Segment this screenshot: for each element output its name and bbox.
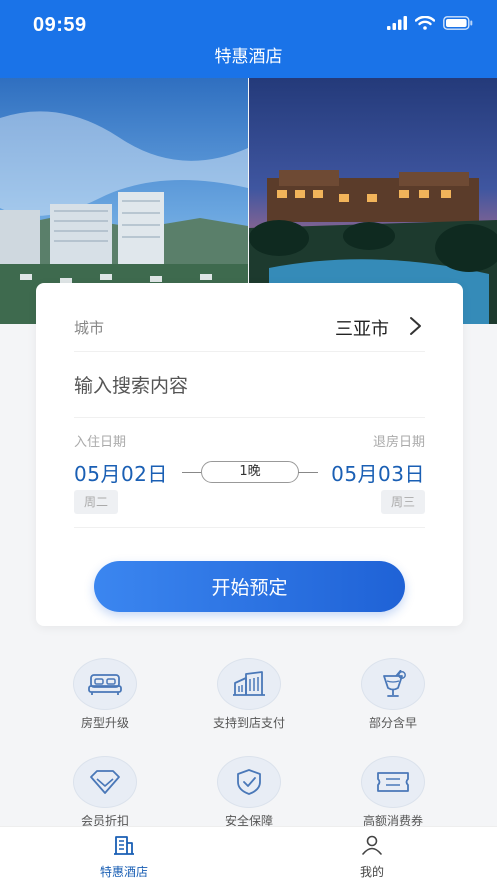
nights-badge: 1晚 bbox=[201, 461, 299, 483]
page-title: 特惠酒店 bbox=[214, 47, 283, 67]
start-booking-button[interactable]: 开始预定 bbox=[94, 561, 405, 612]
feature-label: 支持到店支付 bbox=[212, 716, 285, 730]
divider bbox=[74, 417, 425, 418]
city-label: 城市 bbox=[74, 319, 105, 337]
app-header: 09:59 特惠酒店 bbox=[0, 0, 497, 78]
feature-pay-at-hotel[interactable]: 支持到店支付 bbox=[194, 658, 304, 731]
nights-connector-right bbox=[298, 472, 318, 473]
feature-icon-circle bbox=[73, 756, 137, 808]
checkout-weekday: 周三 bbox=[381, 490, 425, 514]
status-icons bbox=[387, 16, 473, 30]
ticket-icon bbox=[377, 772, 409, 792]
feature-icon-circle bbox=[361, 658, 425, 710]
shield-check-icon bbox=[237, 769, 261, 795]
divider bbox=[74, 351, 425, 352]
drink-icon bbox=[383, 670, 406, 697]
checkout-label: 退房日期 bbox=[372, 435, 425, 450]
diamond-icon bbox=[90, 770, 120, 794]
checkin-weekday: 周二 bbox=[74, 490, 118, 514]
city-value[interactable]: 三亚市 bbox=[335, 315, 389, 341]
bottom-tab-bar: 特惠酒店 我的 bbox=[0, 826, 497, 883]
tab-label: 我的 bbox=[359, 865, 384, 879]
booking-card: 城市 三亚市 入住日期 退房日期 05月02日 1晚 05月03日 周二 周三 … bbox=[36, 283, 463, 626]
tab-label: 特惠酒店 bbox=[99, 865, 148, 879]
nights-connector-left bbox=[182, 472, 202, 473]
building-icon bbox=[233, 671, 265, 696]
tab-mine[interactable]: 我的 bbox=[322, 835, 422, 880]
feature-room-upgrade[interactable]: 房型升级 bbox=[50, 658, 160, 731]
person-icon bbox=[362, 835, 382, 855]
feature-icon-circle bbox=[217, 756, 281, 808]
status-time: 09:59 bbox=[33, 14, 87, 36]
divider bbox=[74, 527, 425, 528]
feature-security[interactable]: 安全保障 bbox=[194, 756, 304, 829]
feature-icon-circle bbox=[217, 658, 281, 710]
feature-icon-circle bbox=[361, 756, 425, 808]
city-selector[interactable]: 城市 三亚市 bbox=[74, 314, 425, 341]
chevron-right-icon[interactable] bbox=[405, 314, 425, 338]
wifi-icon bbox=[415, 16, 435, 30]
feature-label: 部分含早 bbox=[368, 716, 417, 730]
feature-member-discount[interactable]: 会员折扣 bbox=[50, 756, 160, 829]
tab-hotel-deals[interactable]: 特惠酒店 bbox=[74, 835, 174, 880]
checkin-date[interactable]: 05月02日 bbox=[74, 458, 168, 487]
battery-icon bbox=[443, 16, 473, 30]
feature-icon-circle bbox=[73, 658, 137, 710]
feature-label: 房型升级 bbox=[80, 716, 129, 730]
feature-breakfast[interactable]: 部分含早 bbox=[338, 658, 448, 731]
hotel-icon bbox=[114, 836, 134, 855]
checkin-label: 入住日期 bbox=[74, 435, 127, 450]
search-input[interactable] bbox=[74, 373, 424, 399]
bed-icon bbox=[88, 674, 122, 695]
feature-coupon[interactable]: 高额消费券 bbox=[338, 756, 448, 829]
cellular-signal-icon bbox=[387, 16, 407, 30]
checkout-date[interactable]: 05月03日 bbox=[331, 458, 425, 487]
